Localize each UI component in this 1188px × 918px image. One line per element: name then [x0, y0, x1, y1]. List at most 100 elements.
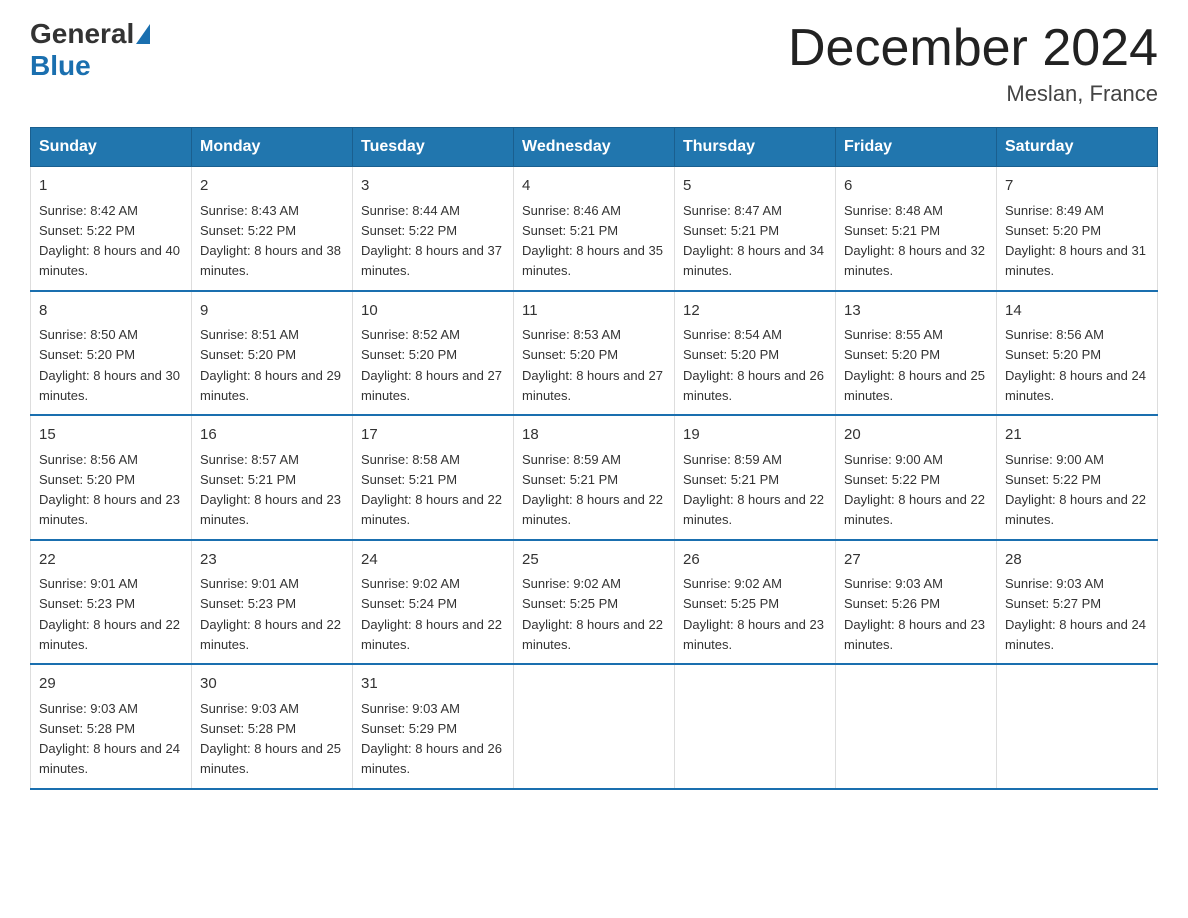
title-section: December 2024 Meslan, France: [788, 20, 1158, 107]
calendar-cell: 2 Sunrise: 8:43 AMSunset: 5:22 PMDaylight…: [192, 167, 353, 291]
calendar-cell: 28Sunrise: 9:03 AMSunset: 5:27 PMDayligh…: [997, 540, 1158, 665]
calendar-cell: 5Sunrise: 8:47 AMSunset: 5:21 PMDaylight…: [675, 167, 836, 291]
calendar-cell: 10 Sunrise: 8:52 AMSunset: 5:20 PMDayligh…: [353, 291, 514, 416]
day-number: 4: [522, 175, 666, 198]
day-info: Sunrise: 8:56 AMSunset: 5:20 PMDaylight:…: [39, 452, 180, 528]
day-info: Sunrise: 9:00 AMSunset: 5:22 PMDaylight:…: [844, 452, 985, 528]
day-number: 30: [200, 673, 344, 696]
logo-general-text: General: [30, 20, 134, 48]
month-title: December 2024: [788, 20, 1158, 77]
calendar-week-5: 29 Sunrise: 9:03 AMSunset: 5:28 PMDayligh…: [31, 664, 1158, 789]
calendar-cell: [836, 664, 997, 789]
calendar-cell: 27 Sunrise: 9:03 AMSunset: 5:26 PMDayligh…: [836, 540, 997, 665]
day-number: 11: [522, 300, 666, 323]
calendar-week-4: 22 Sunrise: 9:01 AMSunset: 5:23 PMDayligh…: [31, 540, 1158, 665]
calendar-cell: [675, 664, 836, 789]
day-number: 29: [39, 673, 183, 696]
day-number: 13: [844, 300, 988, 323]
day-info: Sunrise: 9:02 AMSunset: 5:25 PMDaylight:…: [522, 576, 663, 652]
calendar-week-1: 1 Sunrise: 8:42 AMSunset: 5:22 PMDaylight…: [31, 167, 1158, 291]
day-number: 6: [844, 175, 988, 198]
day-info: Sunrise: 9:03 AMSunset: 5:28 PMDaylight:…: [39, 701, 180, 777]
calendar-cell: 21Sunrise: 9:00 AMSunset: 5:22 PMDayligh…: [997, 415, 1158, 540]
day-number: 14: [1005, 300, 1149, 323]
calendar-cell: [997, 664, 1158, 789]
calendar-cell: 24Sunrise: 9:02 AMSunset: 5:24 PMDayligh…: [353, 540, 514, 665]
day-info: Sunrise: 8:43 AMSunset: 5:22 PMDaylight:…: [200, 203, 341, 279]
day-info: Sunrise: 8:59 AMSunset: 5:21 PMDaylight:…: [683, 452, 824, 528]
weekday-header-wednesday: Wednesday: [514, 128, 675, 167]
page-header: General Blue December 2024 Meslan, Franc…: [30, 20, 1158, 107]
location-label: Meslan, France: [788, 81, 1158, 107]
calendar-cell: 3 Sunrise: 8:44 AMSunset: 5:22 PMDaylight…: [353, 167, 514, 291]
day-number: 1: [39, 175, 183, 198]
day-info: Sunrise: 8:51 AMSunset: 5:20 PMDaylight:…: [200, 327, 341, 403]
day-info: Sunrise: 9:01 AMSunset: 5:23 PMDaylight:…: [200, 576, 341, 652]
day-number: 19: [683, 424, 827, 447]
day-number: 22: [39, 549, 183, 572]
day-number: 8: [39, 300, 183, 323]
logo: General Blue: [30, 20, 152, 82]
day-info: Sunrise: 9:03 AMSunset: 5:28 PMDaylight:…: [200, 701, 341, 777]
calendar-cell: 9 Sunrise: 8:51 AMSunset: 5:20 PMDaylight…: [192, 291, 353, 416]
calendar-cell: 26 Sunrise: 9:02 AMSunset: 5:25 PMDayligh…: [675, 540, 836, 665]
day-number: 5: [683, 175, 827, 198]
day-info: Sunrise: 8:44 AMSunset: 5:22 PMDaylight:…: [361, 203, 502, 279]
day-number: 10: [361, 300, 505, 323]
calendar-cell: 11Sunrise: 8:53 AMSunset: 5:20 PMDayligh…: [514, 291, 675, 416]
weekday-header-friday: Friday: [836, 128, 997, 167]
logo-triangle-icon: [136, 24, 150, 44]
day-info: Sunrise: 8:48 AMSunset: 5:21 PMDaylight:…: [844, 203, 985, 279]
calendar-body: 1 Sunrise: 8:42 AMSunset: 5:22 PMDaylight…: [31, 167, 1158, 789]
calendar-cell: 18 Sunrise: 8:59 AMSunset: 5:21 PMDayligh…: [514, 415, 675, 540]
calendar-week-2: 8 Sunrise: 8:50 AMSunset: 5:20 PMDaylight…: [31, 291, 1158, 416]
day-number: 18: [522, 424, 666, 447]
calendar-cell: 25Sunrise: 9:02 AMSunset: 5:25 PMDayligh…: [514, 540, 675, 665]
calendar-cell: 1 Sunrise: 8:42 AMSunset: 5:22 PMDaylight…: [31, 167, 192, 291]
calendar-week-3: 15Sunrise: 8:56 AMSunset: 5:20 PMDayligh…: [31, 415, 1158, 540]
day-info: Sunrise: 9:02 AMSunset: 5:25 PMDaylight:…: [683, 576, 824, 652]
day-number: 3: [361, 175, 505, 198]
day-number: 9: [200, 300, 344, 323]
weekday-header-sunday: Sunday: [31, 128, 192, 167]
calendar-cell: 17 Sunrise: 8:58 AMSunset: 5:21 PMDayligh…: [353, 415, 514, 540]
day-number: 31: [361, 673, 505, 696]
day-info: Sunrise: 8:50 AMSunset: 5:20 PMDaylight:…: [39, 327, 180, 403]
day-number: 2: [200, 175, 344, 198]
day-number: 16: [200, 424, 344, 447]
calendar-cell: 23 Sunrise: 9:01 AMSunset: 5:23 PMDayligh…: [192, 540, 353, 665]
day-number: 27: [844, 549, 988, 572]
day-number: 28: [1005, 549, 1149, 572]
calendar-cell: 22 Sunrise: 9:01 AMSunset: 5:23 PMDayligh…: [31, 540, 192, 665]
calendar-cell: 15Sunrise: 8:56 AMSunset: 5:20 PMDayligh…: [31, 415, 192, 540]
calendar-header: SundayMondayTuesdayWednesdayThursdayFrid…: [31, 128, 1158, 167]
day-number: 12: [683, 300, 827, 323]
day-info: Sunrise: 8:55 AMSunset: 5:20 PMDaylight:…: [844, 327, 985, 403]
calendar-cell: 12Sunrise: 8:54 AMSunset: 5:20 PMDayligh…: [675, 291, 836, 416]
weekday-header-thursday: Thursday: [675, 128, 836, 167]
calendar-cell: 4 Sunrise: 8:46 AMSunset: 5:21 PMDaylight…: [514, 167, 675, 291]
day-info: Sunrise: 8:59 AMSunset: 5:21 PMDaylight:…: [522, 452, 663, 528]
day-info: Sunrise: 8:58 AMSunset: 5:21 PMDaylight:…: [361, 452, 502, 528]
calendar-cell: 29 Sunrise: 9:03 AMSunset: 5:28 PMDayligh…: [31, 664, 192, 789]
day-number: 23: [200, 549, 344, 572]
day-number: 26: [683, 549, 827, 572]
day-info: Sunrise: 9:01 AMSunset: 5:23 PMDaylight:…: [39, 576, 180, 652]
day-info: Sunrise: 8:42 AMSunset: 5:22 PMDaylight:…: [39, 203, 180, 279]
day-number: 7: [1005, 175, 1149, 198]
day-info: Sunrise: 8:52 AMSunset: 5:20 PMDaylight:…: [361, 327, 502, 403]
weekday-header-saturday: Saturday: [997, 128, 1158, 167]
calendar-cell: 19 Sunrise: 8:59 AMSunset: 5:21 PMDayligh…: [675, 415, 836, 540]
day-info: Sunrise: 9:03 AMSunset: 5:29 PMDaylight:…: [361, 701, 502, 777]
day-info: Sunrise: 9:00 AMSunset: 5:22 PMDaylight:…: [1005, 452, 1146, 528]
calendar-cell: 16Sunrise: 8:57 AMSunset: 5:21 PMDayligh…: [192, 415, 353, 540]
day-info: Sunrise: 8:49 AMSunset: 5:20 PMDaylight:…: [1005, 203, 1146, 279]
day-info: Sunrise: 9:02 AMSunset: 5:24 PMDaylight:…: [361, 576, 502, 652]
calendar-cell: 13 Sunrise: 8:55 AMSunset: 5:20 PMDayligh…: [836, 291, 997, 416]
day-info: Sunrise: 8:46 AMSunset: 5:21 PMDaylight:…: [522, 203, 663, 279]
calendar-cell: 8 Sunrise: 8:50 AMSunset: 5:20 PMDaylight…: [31, 291, 192, 416]
calendar-cell: 6 Sunrise: 8:48 AMSunset: 5:21 PMDaylight…: [836, 167, 997, 291]
day-info: Sunrise: 9:03 AMSunset: 5:26 PMDaylight:…: [844, 576, 985, 652]
day-number: 17: [361, 424, 505, 447]
calendar-cell: 14Sunrise: 8:56 AMSunset: 5:20 PMDayligh…: [997, 291, 1158, 416]
